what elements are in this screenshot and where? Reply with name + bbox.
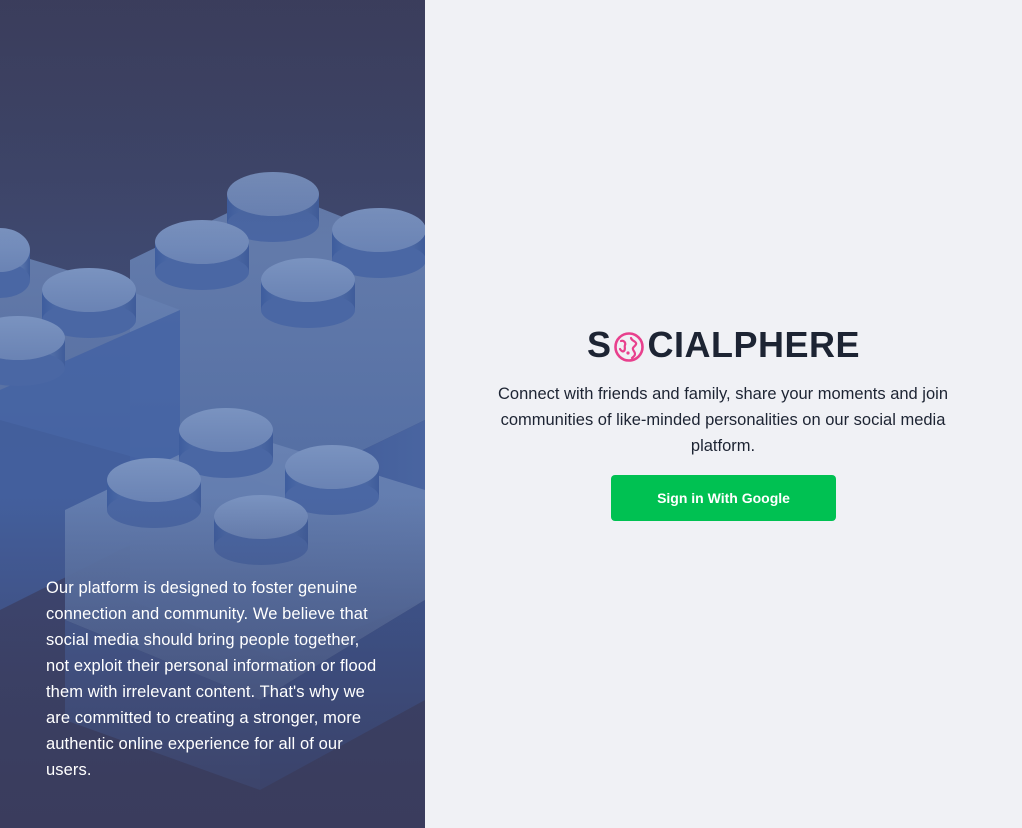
login-page: Our platform is designed to foster genui… xyxy=(0,0,1022,828)
signin-panel: S CIALPHERE Connect with friends and fam… xyxy=(425,0,1022,828)
brand-suffix: CIALPHERE xyxy=(647,324,861,365)
tagline: Connect with friends and family, share y… xyxy=(498,385,948,455)
mission-statement: Our platform is designed to foster genui… xyxy=(46,579,377,779)
brand-prefix: S xyxy=(586,324,612,365)
globe-icon xyxy=(613,330,645,362)
hero-panel: Our platform is designed to foster genui… xyxy=(0,0,425,828)
brand-logo: S CIALPHERE xyxy=(425,323,1022,367)
google-signin-button[interactable]: Sign in With Google xyxy=(611,475,836,521)
